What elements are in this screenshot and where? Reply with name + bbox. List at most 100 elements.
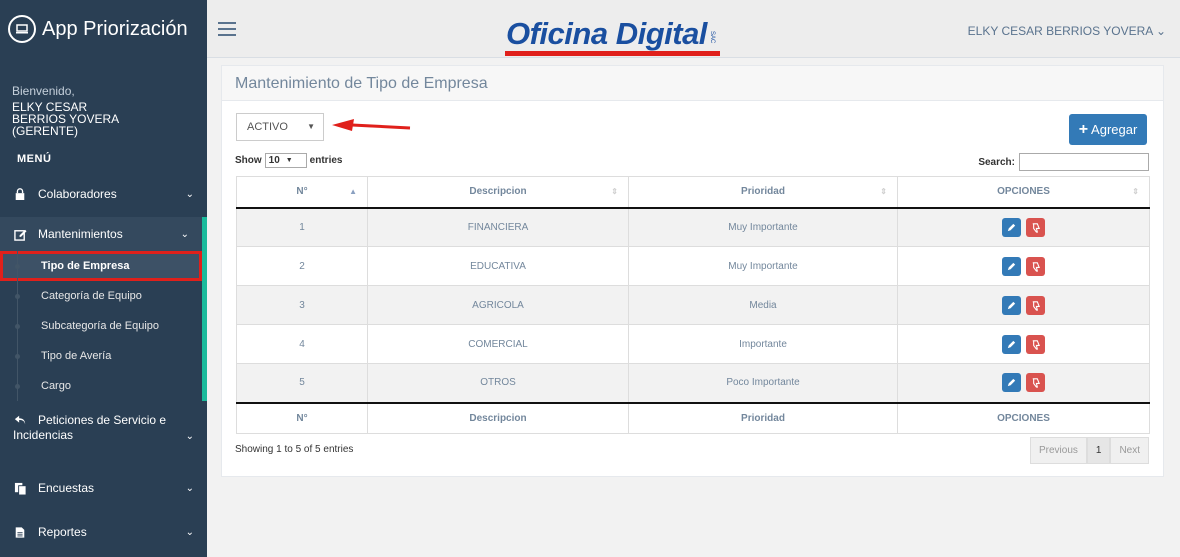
cell-opciones [897,363,1150,403]
edit-button[interactable] [1002,295,1021,315]
bullet-icon [15,264,20,269]
table-row: 2 EDUCATIVA Muy Importante [236,246,1150,286]
submenu-label: Categoría de Equipo [41,290,142,302]
submenu-item-subcategoria-equipo[interactable]: Subcategoría de Equipo [0,311,202,341]
caret-down-icon: ▼ [307,122,315,131]
delete-button[interactable] [1026,334,1045,354]
entries-value: 10 [268,155,280,166]
sidebar-item-label-line2: Incidencias [13,428,74,442]
edit-button[interactable] [1002,217,1021,237]
submenu-label: Tipo de Avería [41,350,112,362]
sidebar-item-reportes[interactable]: Reportes ⌄ [0,517,207,547]
cell-n: 4 [236,324,368,364]
submenu-item-tipo-averia[interactable]: Tipo de Avería [0,341,202,371]
delete-button[interactable] [1026,256,1045,276]
footer-header-prioridad: Prioridad [628,401,898,434]
file-icon [13,525,27,539]
main-panel: Mantenimiento de Tipo de Empresa ACTIVO … [221,65,1164,477]
table-footer-row: N° Descripcion Prioridad OPCIONES [236,401,1150,434]
menu-title: MENÚ [17,153,52,165]
sidebar-item-label: Peticiones de Servicio e [38,413,167,427]
sidebar-item-label: Reportes [38,525,87,539]
table-row: 1 FINANCIERA Muy Importante [236,207,1150,247]
header-label: Descripcion [469,186,527,198]
bullet-icon [15,384,20,389]
thumbs-down-icon [1032,223,1040,233]
cell-opciones [897,207,1150,247]
column-header-descripcion[interactable]: Descripcion ⇕ [367,176,629,209]
add-button[interactable]: + Agregar [1069,114,1147,145]
reply-all-icon [13,413,27,427]
bullet-icon [15,294,20,299]
bullet-icon [15,324,20,329]
column-header-n[interactable]: N° ▲ [236,176,368,209]
clone-icon [13,481,27,495]
pencil-icon [1007,340,1016,348]
submenu-item-cargo[interactable]: Cargo [0,371,202,401]
sidebar-item-peticiones[interactable]: Peticiones de Servicio e Incidencias ⌄ [0,405,207,455]
cell-opciones [897,324,1150,364]
entries-label: entries [309,155,343,166]
cell-n: 1 [236,207,368,247]
laptop-icon [8,15,36,43]
pagination-page-1[interactable]: 1 [1086,437,1111,464]
sidebar-item-label-wrap: Peticiones de Servicio e Incidencias [13,413,167,443]
edit-button[interactable] [1002,334,1021,354]
sidebar-item-encuestas[interactable]: Encuestas ⌄ [0,473,207,503]
cell-descripcion: COMERCIAL [367,324,629,364]
entries-length-control: Show 10 ▼ entries [235,153,342,168]
search-input[interactable] [1019,153,1149,171]
logo-underline [505,51,720,56]
chevron-down-icon: ⌄ [185,482,194,494]
table-row: 3 AGRICOLA Media [236,285,1150,325]
sidebar-menu: Colaboradores ⌄ Mantenimientos ⌄ Tipo de… [0,179,207,547]
sidebar-item-label: Colaboradores [38,187,117,201]
brand[interactable]: App Priorización [0,0,207,58]
status-filter-select[interactable]: ACTIVO ▼ [236,113,324,141]
sidebar-item-label: Mantenimientos [38,227,123,241]
chevron-down-icon: ⌄ [185,188,194,200]
footer-header-descripcion: Descripcion [367,401,629,434]
delete-button[interactable] [1026,373,1045,393]
sidebar-item-colaboradores[interactable]: Colaboradores ⌄ [0,179,207,209]
chevron-down-icon: ⌄ [185,526,194,538]
user-menu-dropdown[interactable]: ELKY CESAR BERRIOS YOVERA ⌄ [968,24,1166,38]
sidebar-user-name: ELKY CESAR BERRIOS YOVERA (GERENTE) [12,100,119,138]
cell-prioridad: Media [628,285,898,325]
submenu-mantenimientos: Tipo de Empresa Categoría de Equipo Subc… [0,251,207,401]
cell-prioridad: Muy Importante [628,207,898,247]
menu-toggle-icon[interactable] [218,22,236,36]
cell-n: 5 [236,363,368,403]
sort-icon: ⇕ [880,187,887,196]
column-header-prioridad[interactable]: Prioridad ⇕ [628,176,898,209]
pagination-next[interactable]: Next [1110,437,1149,464]
submenu-item-tipo-empresa[interactable]: Tipo de Empresa [0,251,202,281]
entries-select[interactable]: 10 ▼ [264,153,307,168]
column-header-opciones[interactable]: OPCIONES ⇕ [897,176,1150,209]
edit-button[interactable] [1002,373,1021,393]
footer-header-n: N° [236,401,368,434]
bullet-icon [15,354,20,359]
sidebar-item-mantenimientos[interactable]: Mantenimientos ⌄ [0,217,207,251]
app-title: App Priorización [42,17,188,40]
page-title: Mantenimiento de Tipo de Empresa [222,66,1163,101]
edit-button[interactable] [1002,256,1021,276]
cell-descripcion: FINANCIERA [367,207,629,247]
top-nav: Oficina Digital SAC ELKY CESAR BERRIOS Y… [207,0,1180,58]
pencil-icon [1007,223,1016,231]
pencil-icon [1007,262,1016,270]
table-header-row: N° ▲ Descripcion ⇕ Prioridad ⇕ OPCIONES ⇕ [236,176,1150,209]
submenu-item-categoria-equipo[interactable]: Categoría de Equipo [0,281,202,311]
delete-button[interactable] [1026,295,1045,315]
logo-text: Oficina Digital [506,16,707,51]
pagination: Previous 1 Next [1029,437,1149,464]
footer-header-opciones: OPCIONES [897,401,1150,434]
data-table: N° ▲ Descripcion ⇕ Prioridad ⇕ OPCIONES ⇕ 1 … [236,176,1150,434]
pagination-previous[interactable]: Previous [1029,437,1087,464]
submenu-label: Cargo [41,380,71,392]
sort-asc-icon: ▲ [349,187,357,196]
pencil-icon [1007,301,1016,309]
delete-button[interactable] [1026,217,1045,237]
add-button-label: Agregar [1091,122,1138,137]
header-label: OPCIONES [997,186,1050,198]
